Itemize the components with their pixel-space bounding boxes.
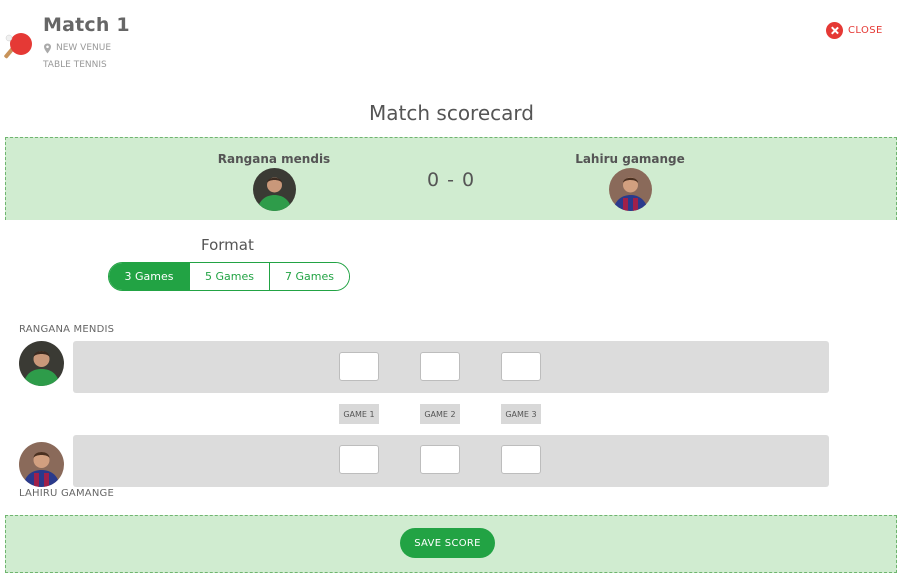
scorecard-title: Match scorecard — [369, 101, 534, 125]
close-icon — [826, 22, 843, 39]
player1-name: Rangana mendis — [217, 152, 331, 166]
format-option-5-games[interactable]: 5 Games — [189, 263, 269, 290]
player2-avatar — [608, 168, 652, 211]
player1-game2-input[interactable] — [420, 352, 460, 381]
venue-row: NEW VENUE — [43, 42, 111, 54]
player2-game3-input[interactable] — [501, 445, 541, 474]
player1-game1-input[interactable] — [339, 352, 379, 381]
player2-game2-input[interactable] — [420, 445, 460, 474]
match-score: 0 - 0 — [426, 169, 476, 191]
player1-row-label: RANGANA MENDIS — [19, 324, 115, 335]
player1-row-avatar — [19, 341, 64, 386]
sport-name: TABLE TENNIS — [43, 60, 107, 70]
game-3-label: GAME 3 — [501, 404, 541, 424]
table-tennis-paddle-icon — [4, 33, 32, 59]
match-title: Match 1 — [43, 14, 130, 36]
player2-row-avatar — [19, 442, 64, 487]
venue-name: NEW VENUE — [56, 43, 112, 53]
player2-game1-input[interactable] — [339, 445, 379, 474]
format-label: Format — [201, 236, 254, 254]
close-button[interactable]: CLOSE — [826, 22, 883, 39]
player2-name: Lahiru gamange — [575, 152, 685, 166]
game-2-label: GAME 2 — [420, 404, 460, 424]
player2-header: Lahiru gamange — [540, 152, 720, 211]
match-scorecard-page: Match 1 NEW VENUE TABLE TENNIS CLOSE Mat… — [0, 0, 903, 577]
player2-row-label: LAHIRU GAMANGE — [19, 488, 114, 499]
game-1-label: GAME 1 — [339, 404, 379, 424]
format-option-7-games[interactable]: 7 Games — [269, 263, 349, 290]
location-pin-icon — [44, 43, 51, 53]
format-selector: 3 Games 5 Games 7 Games — [108, 262, 350, 291]
player1-header: Rangana mendis — [184, 152, 364, 211]
score-banner: Rangana mendis 0 - 0 Lahiru gamange — [5, 137, 897, 220]
format-option-3-games[interactable]: 3 Games — [109, 263, 189, 290]
player1-avatar — [252, 168, 296, 211]
close-label: CLOSE — [848, 25, 883, 36]
player1-game3-input[interactable] — [501, 352, 541, 381]
save-score-button[interactable]: SAVE SCORE — [400, 528, 495, 558]
